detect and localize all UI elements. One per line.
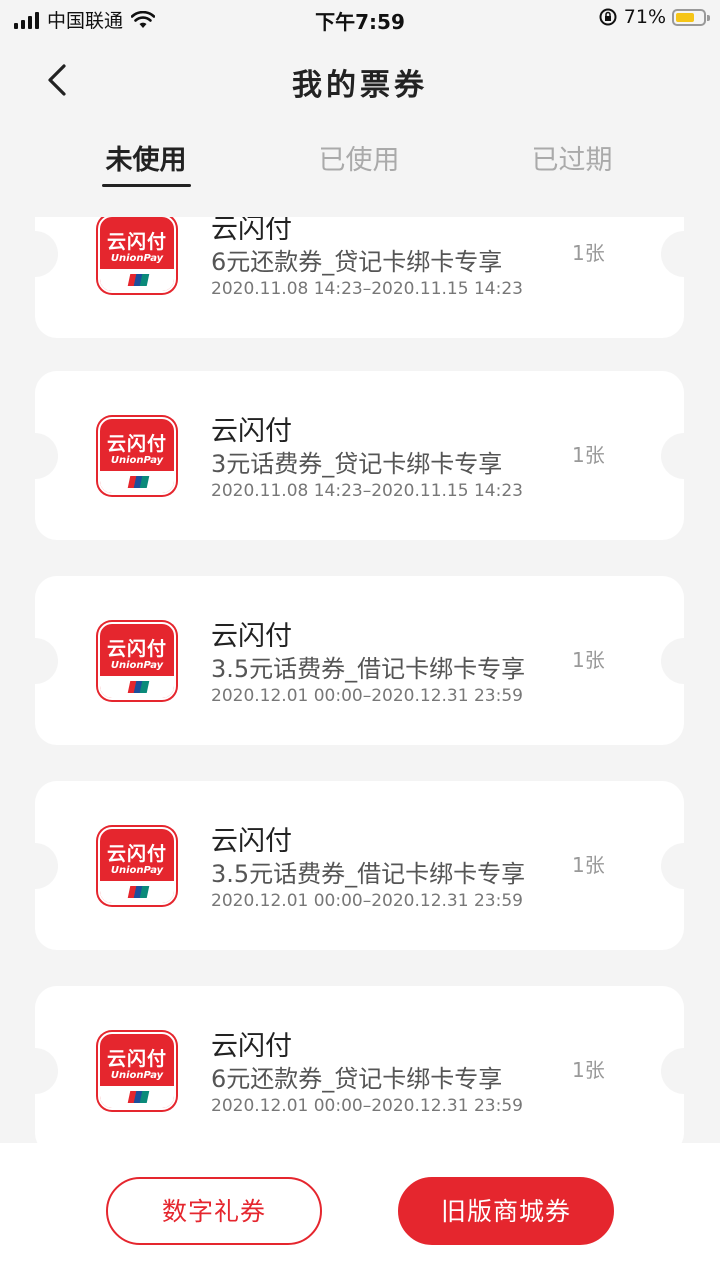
coupon-issuer: 云闪付 [211, 1031, 292, 1062]
logo-cn-text: 云闪付 [106, 843, 167, 865]
coupon-issuer: 云闪付 [211, 621, 292, 652]
coupon-count: 1张 [572, 648, 605, 672]
coupon-description: 3元话费券_贷记卡绑卡专享 [211, 450, 503, 478]
logo-cn-text: 云闪付 [106, 231, 167, 253]
logo-en-text: UnionPay [110, 865, 164, 876]
ticket-notch-left [12, 637, 58, 684]
coupon-validity: 2020.11.08 14:23–2020.11.15 14:23 [211, 279, 523, 299]
coupon-validity: 2020.11.08 14:23–2020.11.15 14:23 [211, 481, 523, 501]
status-bar: 中国联通 下午7:59 71% [0, 0, 720, 40]
coupon-validity: 2020.12.01 00:00–2020.12.31 23:59 [211, 1096, 523, 1116]
coupon-card[interactable]: 云闪付 UnionPay 云闪付 6元还款券_贷记卡绑卡专享 2020.12.01 00… [12, 986, 707, 1144]
logo-en-text: UnionPay [110, 455, 164, 466]
coupon-description: 6元还款券_贷记卡绑卡专享 [211, 1065, 503, 1093]
unionpay-flag-icon [127, 274, 150, 286]
coupon-card[interactable]: 云闪付 UnionPay 云闪付 6元还款券_贷记卡绑卡专享 2020.11.08 14… [12, 217, 707, 338]
old-mall-coupon-button[interactable]: 旧版商城券 [398, 1177, 614, 1245]
digital-gift-coupon-button[interactable]: 数字礼券 [106, 1177, 322, 1245]
coupon-description: 3.5元话费券_借记卡绑卡专享 [211, 655, 526, 683]
unionpay-flag-icon [127, 681, 150, 693]
coupon-count: 1张 [572, 241, 605, 265]
unionpay-flag-icon [127, 476, 150, 488]
status-right: 71% [598, 6, 710, 28]
unionpay-logo-icon: 云闪付 UnionPay [98, 622, 176, 700]
ticket-notch-right [661, 432, 707, 479]
ticket-notch-right [661, 1047, 707, 1094]
coupon-count: 1张 [572, 1058, 605, 1082]
tab-bar: 未使用 已使用 已过期 [0, 120, 720, 210]
unionpay-logo-icon: 云闪付 UnionPay [98, 1032, 176, 1110]
coupon-list[interactable]: 云闪付 UnionPay 云闪付 6元还款券_贷记卡绑卡专享 2020.11.08 14… [0, 217, 720, 1144]
coupon-issuer: 云闪付 [211, 416, 292, 447]
coupon-count: 1张 [572, 853, 605, 877]
coupon-card[interactable]: 云闪付 UnionPay 云闪付 3元话费券_贷记卡绑卡专享 2020.11.08 14… [12, 371, 707, 540]
ticket-notch-left [12, 842, 58, 889]
logo-cn-text: 云闪付 [106, 433, 167, 455]
header: 我的票券 [0, 40, 720, 120]
unionpay-flag-icon [127, 1091, 150, 1103]
unionpay-logo-icon: 云闪付 UnionPay [98, 417, 176, 495]
active-tab-indicator [102, 184, 191, 187]
ticket-notch-left [12, 1047, 58, 1094]
ticket-notch-right [661, 637, 707, 684]
coupon-description: 6元还款券_贷记卡绑卡专享 [211, 248, 503, 276]
coupon-count: 1张 [572, 443, 605, 467]
logo-cn-text: 云闪付 [106, 1048, 167, 1070]
tab-used[interactable]: 已使用 [289, 138, 429, 177]
coupon-validity: 2020.12.01 00:00–2020.12.31 23:59 [211, 891, 523, 911]
coupon-card[interactable]: 云闪付 UnionPay 云闪付 3.5元话费券_借记卡绑卡专享 2020.12.01 … [12, 576, 707, 745]
bottom-bar: 数字礼券 旧版商城券 [0, 1143, 720, 1280]
logo-en-text: UnionPay [110, 1070, 164, 1081]
tab-unused[interactable]: 未使用 [76, 138, 216, 177]
battery-percent: 71% [623, 6, 666, 28]
logo-en-text: UnionPay [110, 253, 164, 264]
unionpay-logo-icon: 云闪付 UnionPay [98, 217, 176, 293]
ticket-notch-left [12, 230, 58, 277]
coupon-issuer: 云闪付 [211, 826, 292, 857]
orientation-lock-icon [599, 8, 617, 26]
battery-icon [672, 8, 710, 26]
coupon-card[interactable]: 云闪付 UnionPay 云闪付 3.5元话费券_借记卡绑卡专享 2020.12.01 … [12, 781, 707, 950]
coupon-description: 3.5元话费券_借记卡绑卡专享 [211, 860, 526, 888]
unionpay-flag-icon [127, 886, 150, 898]
logo-cn-text: 云闪付 [106, 638, 167, 660]
page-title: 我的票券 [292, 68, 428, 103]
ticket-notch-right [661, 842, 707, 889]
unionpay-logo-icon: 云闪付 UnionPay [98, 827, 176, 905]
ticket-notch-right [661, 230, 707, 277]
coupon-validity: 2020.12.01 00:00–2020.12.31 23:59 [211, 686, 523, 706]
ticket-notch-left [12, 432, 58, 479]
logo-en-text: UnionPay [110, 660, 164, 671]
tab-expired[interactable]: 已过期 [502, 138, 642, 177]
